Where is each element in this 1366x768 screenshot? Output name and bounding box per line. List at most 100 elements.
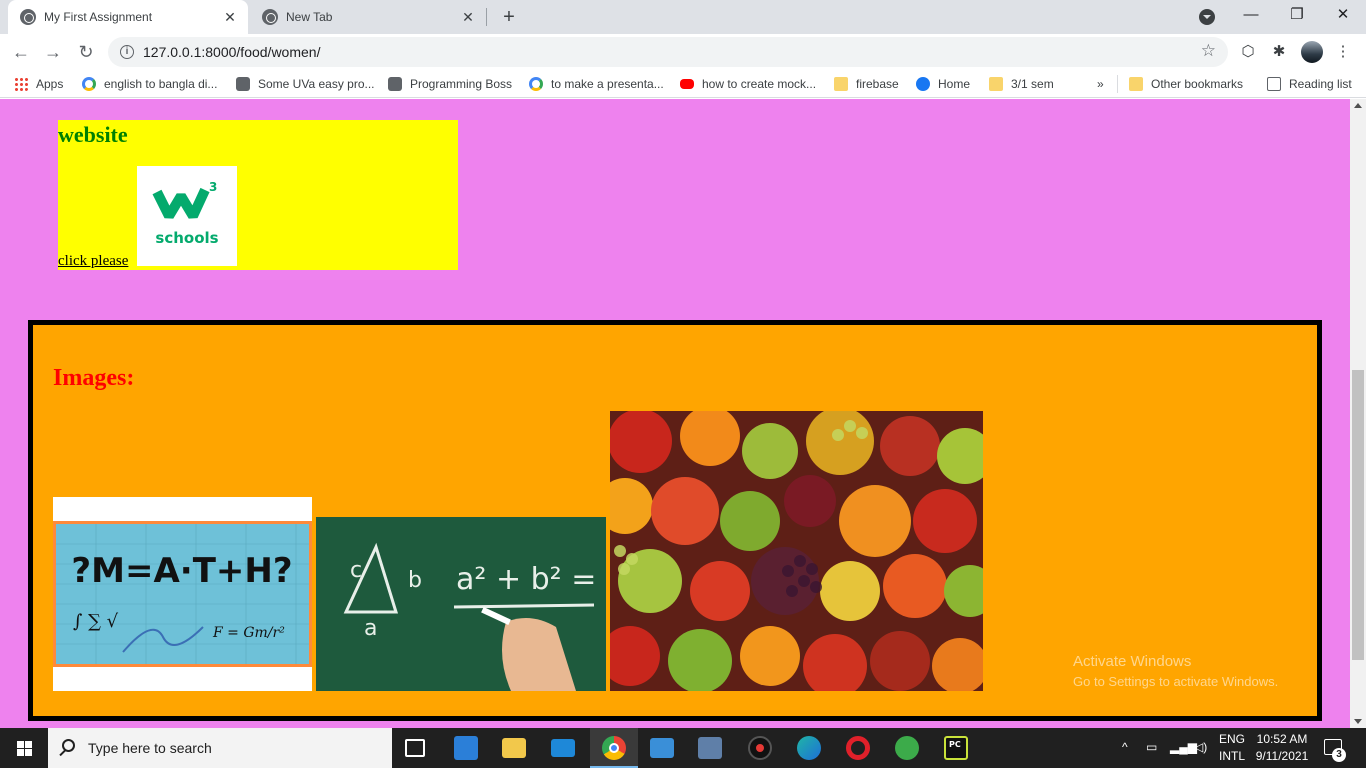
address-bar[interactable]: i 127.0.0.1:8000/food/women/ ☆ xyxy=(108,37,1228,67)
reading-list-icon xyxy=(1267,77,1281,91)
edge-icon[interactable] xyxy=(797,736,821,760)
folder-icon xyxy=(989,77,1003,91)
page-viewport: website click please 3 schools Images: ?… xyxy=(0,99,1350,728)
tab-strip: My First Assignment ✕ New Tab ✕ + — ❐ ✕ xyxy=(0,0,1366,34)
w3-logo-mark-icon xyxy=(152,187,210,219)
minimize-button[interactable]: — xyxy=(1228,0,1274,30)
page-scrollbar[interactable] xyxy=(1350,99,1366,728)
chrome-icon xyxy=(262,9,278,25)
close-tab-icon[interactable]: ✕ xyxy=(222,9,238,25)
bookmark-label: 3/1 sem xyxy=(1011,77,1054,91)
bookmark-home[interactable]: Home xyxy=(916,76,970,92)
profile-avatar[interactable] xyxy=(1301,41,1323,63)
bookmarks-separator xyxy=(1117,75,1118,93)
bookmarks-bar: Apps english to bangla di... Some UVa ea… xyxy=(0,70,1366,98)
bookmark-uva[interactable]: Some UVa easy pro... xyxy=(236,76,375,92)
bookmark-label: Reading list xyxy=(1289,77,1352,91)
youtube-icon xyxy=(680,79,694,89)
bookmark-3-1-sem[interactable]: 3/1 sem xyxy=(989,76,1054,92)
scrollbar-thumb[interactable] xyxy=(1352,370,1364,660)
recorder-icon[interactable] xyxy=(748,736,772,760)
tab-separator xyxy=(486,8,487,26)
site-info-icon[interactable]: i xyxy=(120,45,134,59)
volume-icon[interactable]: ◁) xyxy=(1194,740,1207,754)
svg-text:?M=A·T+H?: ?M=A·T+H? xyxy=(71,551,292,591)
bookmark-label: Other bookmarks xyxy=(1151,77,1244,91)
website-section: website click please 3 schools xyxy=(58,120,458,270)
folder-icon xyxy=(1129,77,1143,91)
bookmarks-overflow-icon[interactable]: » xyxy=(1097,76,1104,92)
svg-text:∫ ∑ √: ∫ ∑ √ xyxy=(73,611,119,632)
facebook-icon xyxy=(916,77,930,91)
browser-toolbar: ← → ↻ i 127.0.0.1:8000/food/women/ ☆ ⬡ ✱… xyxy=(0,34,1366,70)
network-icon[interactable]: ▂▄▆ xyxy=(1170,740,1197,754)
search-placeholder: Type here to search xyxy=(88,740,212,756)
bookmark-label: Some UVa easy pro... xyxy=(258,77,375,91)
remote-desktop-icon[interactable] xyxy=(698,737,722,759)
tab-new-tab[interactable]: New Tab ✕ xyxy=(250,0,486,34)
bookmark-label: english to bangla di... xyxy=(104,77,218,91)
green-app-icon[interactable] xyxy=(895,736,919,760)
chrome-taskbar-active[interactable] xyxy=(590,728,638,768)
bookmark-firebase[interactable]: firebase xyxy=(834,76,899,92)
reload-icon[interactable]: ↻ xyxy=(73,39,99,65)
bookmark-label: how to create mock... xyxy=(702,77,817,91)
svg-text:F = Gm/r²: F = Gm/r² xyxy=(212,625,285,641)
task-view-icon[interactable] xyxy=(405,739,425,757)
google-icon xyxy=(529,77,543,91)
reading-list-button[interactable]: Reading list xyxy=(1267,76,1352,92)
tab-title: New Tab xyxy=(286,10,333,24)
search-icon xyxy=(62,739,75,752)
folder-icon xyxy=(834,77,848,91)
math-image: ?M=A·T+H? ∫ ∑ √ F = Gm/r² xyxy=(53,497,312,691)
app-icon[interactable] xyxy=(650,738,674,758)
forward-icon[interactable]: → xyxy=(40,39,66,65)
chalkboard-illustration-icon: c b a a² + b² = c² xyxy=(316,517,606,691)
keyboard-layout: INTL xyxy=(1218,749,1245,763)
bookmark-star-icon[interactable]: ☆ xyxy=(1201,41,1216,61)
battery-icon[interactable]: ▭ xyxy=(1146,740,1157,754)
tab-search-icon[interactable] xyxy=(1199,9,1215,25)
watermark-line-1: Activate Windows xyxy=(1073,653,1192,670)
bookmark-label: Programming Boss xyxy=(410,77,513,91)
opera-icon[interactable] xyxy=(846,736,870,760)
bookmark-english-to-bangla[interactable]: english to bangla di... xyxy=(82,76,217,92)
close-window-button[interactable]: ✕ xyxy=(1320,0,1366,30)
clock-date: 9/11/2021 xyxy=(1255,749,1309,763)
globe-icon xyxy=(20,9,36,25)
system-clock[interactable]: 10:52 AM 9/11/2021 xyxy=(1252,731,1312,765)
taskbar-search-box[interactable]: Type here to search xyxy=(48,728,392,768)
close-tab-icon[interactable]: ✕ xyxy=(460,9,476,25)
tab-my-first-assignment[interactable]: My First Assignment ✕ xyxy=(8,0,248,34)
bookmark-label: Home xyxy=(938,77,971,91)
back-icon[interactable]: ← xyxy=(8,39,34,65)
pycharm-icon[interactable]: PC xyxy=(944,736,968,760)
show-hidden-icons-icon[interactable]: ^ xyxy=(1122,740,1128,754)
file-explorer-icon[interactable] xyxy=(502,738,526,758)
puzzle-icon[interactable]: ✱ xyxy=(1270,43,1288,61)
mail-icon[interactable] xyxy=(551,739,575,757)
site-icon xyxy=(388,77,402,91)
notification-count-badge: 3 xyxy=(1332,748,1346,762)
new-tab-button[interactable]: + xyxy=(498,6,520,28)
scroll-up-icon[interactable] xyxy=(1354,103,1362,108)
tab-title: My First Assignment xyxy=(44,10,153,24)
link-text: click please xyxy=(58,253,129,269)
click-please-link[interactable]: click please xyxy=(58,253,128,270)
w3schools-logo[interactable]: 3 schools xyxy=(137,166,237,266)
menu-kebab-icon[interactable]: ⋮ xyxy=(1334,43,1352,61)
bookmark-presentation[interactable]: to make a presenta... xyxy=(529,76,664,92)
bookmark-other-bookmarks[interactable]: Other bookmarks xyxy=(1129,76,1243,92)
bookmark-label: firebase xyxy=(856,77,899,91)
bookmark-mock[interactable]: how to create mock... xyxy=(680,76,816,92)
bookmark-programming-boss[interactable]: Programming Boss xyxy=(388,76,512,92)
maximize-button[interactable]: ❐ xyxy=(1274,0,1320,30)
clock-time: 10:52 AM xyxy=(1256,732,1308,746)
store-icon[interactable] xyxy=(454,736,478,760)
bookmark-apps[interactable]: Apps xyxy=(14,76,63,92)
language-indicator[interactable]: ENG INTL xyxy=(1215,731,1249,765)
apps-icon xyxy=(14,77,28,91)
extension-cube-icon[interactable]: ⬡ xyxy=(1239,43,1257,61)
scroll-down-icon[interactable] xyxy=(1354,719,1362,724)
start-button[interactable] xyxy=(0,728,48,768)
